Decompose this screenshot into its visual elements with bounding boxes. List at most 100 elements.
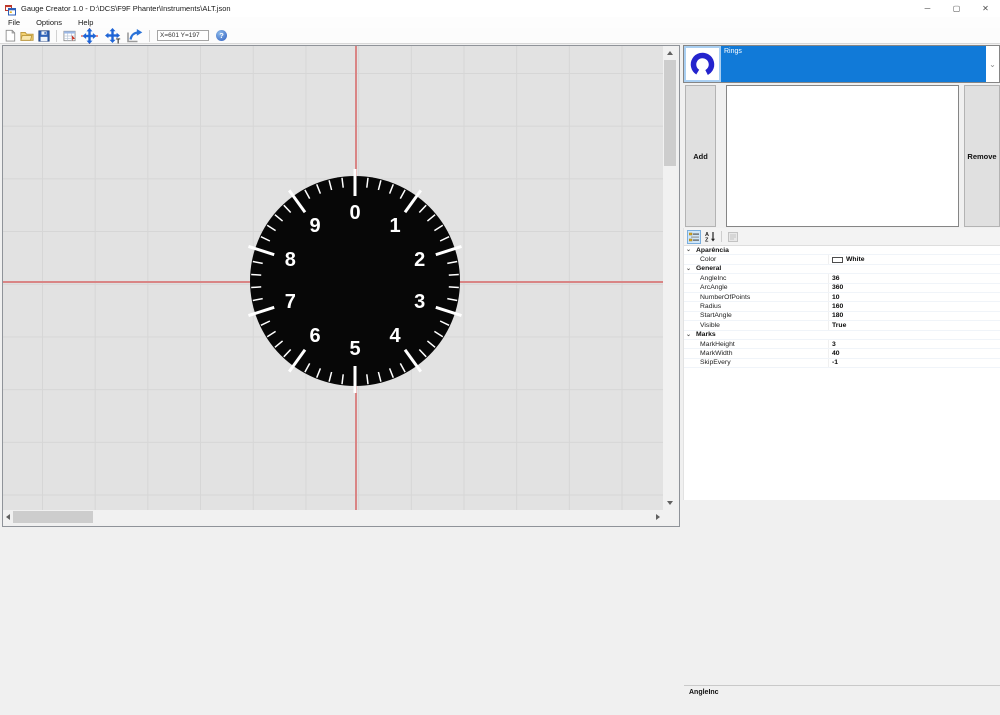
pg-row-color[interactable]: Color White bbox=[684, 255, 1000, 265]
horizontal-scroll-thumb[interactable] bbox=[13, 511, 93, 523]
move-crosshair-icon bbox=[81, 27, 98, 44]
move-gauge-button[interactable] bbox=[79, 27, 100, 44]
property-grid: A Z ⌄ Aparência Color White ⌄ General AngleInc… bbox=[683, 228, 1000, 715]
pg-property-value[interactable]: White bbox=[832, 256, 865, 263]
pg-property-value[interactable]: 160 bbox=[832, 303, 843, 310]
svg-text:4: 4 bbox=[389, 325, 401, 347]
menu-file[interactable]: File bbox=[0, 17, 28, 28]
categorized-view-icon[interactable] bbox=[687, 229, 701, 244]
pg-row-startangle[interactable]: StartAngle 180 bbox=[684, 311, 1000, 322]
pg-property-value[interactable]: 40 bbox=[832, 350, 840, 357]
property-grid-toolbar: A Z bbox=[684, 228, 1000, 246]
minimize-button[interactable]: ─ bbox=[913, 0, 942, 17]
svg-text:T: T bbox=[116, 38, 121, 44]
svg-text:5: 5 bbox=[349, 338, 360, 360]
window-title: Gauge Creator 1.0 - D:\DCS\F9F Phanter\I… bbox=[21, 4, 231, 13]
canvas-panel: 0 12 34 5 67 89 bbox=[2, 45, 680, 527]
gauge-dial[interactable]: 0 12 34 5 67 89 bbox=[235, 161, 475, 401]
app-icon bbox=[5, 3, 16, 16]
pg-row-arcangle[interactable]: ArcAngle 360 bbox=[684, 283, 1000, 293]
pg-property-value[interactable]: -1 bbox=[832, 359, 838, 366]
scroll-left-icon[interactable] bbox=[3, 510, 13, 524]
pg-property-value[interactable]: 360 bbox=[832, 284, 843, 291]
help-button[interactable]: ? bbox=[216, 30, 227, 41]
save-icon bbox=[38, 29, 50, 42]
pg-property-name: SkipEvery bbox=[700, 359, 731, 367]
pg-row-markwidth[interactable]: MarkWidth 40 bbox=[684, 349, 1000, 359]
canvas-vertical-scrollbar[interactable] bbox=[663, 46, 677, 510]
pg-property-name: Color bbox=[700, 256, 717, 264]
save-button[interactable] bbox=[37, 28, 51, 43]
grid-export-button[interactable] bbox=[62, 28, 77, 43]
pg-property-name: StartAngle bbox=[700, 312, 732, 320]
title-bar: Gauge Creator 1.0 - D:\DCS\F9F Phanter\I… bbox=[0, 0, 1000, 17]
pg-property-name: AngleInc bbox=[700, 274, 727, 282]
layer-item-rings[interactable]: Rings bbox=[721, 46, 986, 82]
pg-category-general[interactable]: ⌄ General bbox=[684, 265, 1000, 275]
pg-row-angleinc[interactable]: AngleInc 36 bbox=[684, 274, 1000, 284]
svg-text:2: 2 bbox=[414, 249, 425, 271]
pg-property-name: Visible bbox=[700, 321, 720, 329]
pg-category-marks[interactable]: ⌄ Marks bbox=[684, 331, 1000, 340]
pg-property-value[interactable]: True bbox=[832, 322, 846, 329]
items-listbox[interactable] bbox=[726, 85, 959, 227]
maximize-button[interactable]: ▢ bbox=[942, 0, 971, 17]
menu-help[interactable]: Help bbox=[70, 17, 101, 28]
ring-icon bbox=[690, 52, 715, 76]
pg-row-numberofpoints[interactable]: NumberOfPoints 10 bbox=[684, 292, 1000, 303]
right-panel: Rings ⌄ Add Remove A Z ⌄ Aparência Color… bbox=[683, 45, 1000, 715]
pg-property-value[interactable]: 3 bbox=[832, 341, 836, 348]
export-icon bbox=[127, 29, 143, 43]
pg-property-value[interactable]: 36 bbox=[832, 275, 840, 282]
toolbar-separator bbox=[721, 231, 722, 242]
pg-property-name: ArcAngle bbox=[700, 284, 728, 292]
toolbar: T X=601 Y=197 ? bbox=[0, 27, 1000, 44]
layer-list: Rings ⌄ bbox=[683, 45, 1000, 83]
vertical-scroll-thumb[interactable] bbox=[664, 60, 676, 166]
remove-button[interactable]: Remove bbox=[964, 85, 1000, 227]
toolbar-separator bbox=[149, 29, 150, 42]
svg-text:6: 6 bbox=[309, 325, 320, 347]
pg-row-radius[interactable]: Radius 160 bbox=[684, 302, 1000, 312]
selected-property-name: AngleInc bbox=[689, 689, 719, 696]
menu-bar: File Options Help bbox=[0, 17, 1000, 28]
collapse-icon[interactable]: ⌄ bbox=[686, 247, 696, 253]
chevron-down-icon[interactable]: ⌄ bbox=[986, 46, 999, 82]
canvas-horizontal-scrollbar[interactable] bbox=[3, 510, 663, 524]
scrollbar-corner bbox=[663, 510, 677, 524]
pg-row-markheight[interactable]: MarkHeight 3 bbox=[684, 339, 1000, 350]
scroll-right-icon[interactable] bbox=[653, 510, 663, 524]
open-file-button[interactable] bbox=[19, 28, 35, 43]
grid-icon bbox=[63, 30, 76, 41]
pg-category-aparência[interactable]: ⌄ Aparência bbox=[684, 246, 1000, 256]
svg-text:7: 7 bbox=[285, 291, 296, 313]
collapse-icon[interactable]: ⌄ bbox=[686, 266, 696, 272]
alphabetical-sort-icon[interactable]: A Z bbox=[703, 230, 717, 244]
pg-property-value[interactable]: 180 bbox=[832, 312, 843, 319]
pg-row-skipevery[interactable]: SkipEvery -1 bbox=[684, 358, 1000, 369]
pg-category-label: General bbox=[696, 265, 722, 273]
new-file-button[interactable] bbox=[3, 28, 17, 43]
svg-text:9: 9 bbox=[309, 215, 320, 237]
close-button[interactable]: ✕ bbox=[971, 0, 1000, 17]
pg-row-visible[interactable]: Visible True bbox=[684, 321, 1000, 331]
property-pages-icon bbox=[726, 230, 740, 244]
svg-text:0: 0 bbox=[349, 202, 360, 224]
coordinates-input[interactable]: X=601 Y=197 bbox=[157, 30, 209, 41]
add-button[interactable]: Add bbox=[685, 85, 716, 227]
scroll-down-icon[interactable] bbox=[663, 496, 677, 510]
export-button[interactable] bbox=[125, 28, 144, 43]
pg-property-name: MarkHeight bbox=[700, 340, 735, 348]
scroll-up-icon[interactable] bbox=[663, 46, 677, 60]
menu-options[interactable]: Options bbox=[28, 17, 70, 28]
open-folder-icon bbox=[20, 32, 34, 41]
pg-property-name: NumberOfPoints bbox=[700, 293, 751, 301]
pg-property-value[interactable]: 10 bbox=[832, 294, 840, 301]
move-text-button[interactable]: T bbox=[102, 27, 123, 44]
svg-text:8: 8 bbox=[285, 249, 296, 271]
collapse-icon[interactable]: ⌄ bbox=[686, 332, 696, 338]
pg-category-label: Marks bbox=[696, 331, 716, 339]
toolbar-separator bbox=[56, 29, 57, 42]
design-canvas[interactable]: 0 12 34 5 67 89 bbox=[3, 46, 663, 510]
layer-icon-cell[interactable] bbox=[684, 46, 721, 82]
